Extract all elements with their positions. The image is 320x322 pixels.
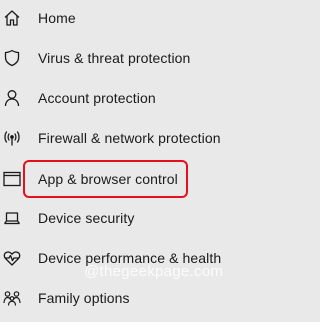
home-icon: [3, 9, 21, 27]
sidebar-item-firewall-network-protection[interactable]: Firewall & network protection: [0, 120, 293, 156]
laptop-icon: [3, 209, 21, 227]
sidebar-item-label: Device security: [38, 210, 135, 226]
sidebar-item-label: Firewall & network protection: [38, 130, 221, 146]
sidebar-item-label: Virus & threat protection: [38, 50, 191, 66]
family-icon: [3, 289, 21, 307]
sidebar-item-app-browser-control[interactable]: App & browser control: [0, 161, 293, 197]
sidebar-item-label: Account protection: [38, 90, 156, 106]
browser-window-icon: [3, 170, 21, 188]
sidebar-item-label: Home: [38, 10, 76, 26]
wireless-icon: [3, 129, 21, 147]
sidebar-item-label: Family options: [38, 290, 130, 306]
person-icon: [3, 89, 21, 107]
sidebar-item-account-protection[interactable]: Account protection: [0, 80, 293, 116]
sidebar-item-home[interactable]: Home: [0, 0, 293, 36]
heart-pulse-icon: [3, 249, 21, 267]
sidebar-item-virus-threat-protection[interactable]: Virus & threat protection: [0, 40, 293, 76]
sidebar-item-label: App & browser control: [38, 171, 178, 187]
sidebar-item-device-security[interactable]: Device security: [0, 200, 293, 236]
watermark: @thegeekpage.com: [84, 263, 224, 280]
shield-icon: [3, 49, 21, 67]
sidebar-item-family-options[interactable]: Family options: [0, 280, 293, 316]
